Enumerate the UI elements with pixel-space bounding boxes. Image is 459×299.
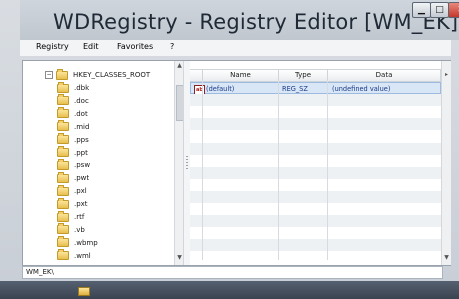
close-button[interactable]: ✕ [448,2,459,18]
folder-icon [57,171,69,183]
folder-icon [57,120,69,132]
folder-icon [57,210,69,222]
tree-item-label: .wbmp [74,238,98,247]
empty-row [190,251,441,263]
column-divider [278,80,279,260]
tree-item-label: .pps [74,135,89,144]
empty-row [190,166,441,179]
tree-item-label: .psw [74,161,91,170]
tree-item-label: .vb [74,225,85,234]
status-path: WM_EK\ [26,268,54,276]
splitter-grip-icon[interactable] [186,156,188,170]
collapse-icon[interactable]: − [45,71,53,79]
scroll-down-icon[interactable]: ▼ [443,254,450,261]
tree-item[interactable]: .dot [57,107,88,120]
menu-registry[interactable]: Registry [36,42,69,51]
status-bar: WM_EK\ [22,266,443,279]
tree-scrollbar[interactable]: ▲ ▼ [174,61,183,265]
tree-root-label: HKEY_CLASSES_ROOT [73,71,151,79]
folder-icon [57,197,69,209]
column-divider [327,80,328,260]
list-header: Name Type Data [190,69,441,82]
tree-item-label: .rtf [74,213,85,221]
folder-icon [57,94,69,106]
tree-item-label: .mid [74,122,90,131]
folder-icon [57,133,69,145]
scroll-down-icon[interactable]: ▼ [176,254,183,261]
tree-item-label: .dbk [74,84,90,92]
tree-item[interactable]: .vb [57,223,85,236]
column-header-data[interactable]: Data [328,70,441,81]
empty-row [190,118,441,131]
menu-bar: Registry Edit Favorites ? [20,40,451,56]
tree-item-label: .doc [74,96,89,105]
empty-row [190,130,441,142]
title-bar[interactable]: WDRegistry - Registry Editor [WM_EK] ▁ □… [20,0,459,40]
tree-item[interactable]: .wml [57,249,91,262]
tree-item-label: .pwt [74,174,90,183]
tree-item[interactable]: .wbmp [57,236,98,249]
folder-icon [57,146,69,157]
registry-tree[interactable]: − HKEY_CLASSES_ROOT .dbk .doc .dot .mid .pps… [23,61,183,265]
tree-item[interactable]: .pps [57,133,89,146]
tree-item-label: .pxt [74,200,88,209]
list-scrollbar[interactable]: ▸ ▼ [441,61,451,265]
folder-icon [57,184,69,196]
column-header-name[interactable]: Name [203,70,279,81]
tree-item[interactable]: .pwt [57,171,90,184]
empty-row [190,106,441,118]
empty-row [190,239,441,252]
folder-icon [57,81,69,93]
menu-help[interactable]: ? [170,42,174,51]
column-divider [202,80,203,260]
empty-row [190,190,441,203]
empty-row [190,155,441,167]
empty-row [190,215,441,228]
tree-item-label: .ppt [74,148,88,157]
folder-icon [57,223,69,235]
folder-icon [57,249,69,261]
taskbar [0,281,459,299]
app-window: WDRegistry - Registry Editor [WM_EK] ▁ □… [0,0,459,299]
folder-icon [56,68,68,80]
tree-item-label: .wml [74,251,91,260]
column-header-type[interactable]: Type [279,70,328,81]
folder-icon [57,158,69,170]
tree-item[interactable]: .psw [57,158,91,171]
scroll-up-icon[interactable]: ▲ [176,62,183,69]
values-list[interactable]: Name Type Data ab (default) REG_SZ (undefin… [190,61,451,265]
tree-item-label: .dot [74,109,88,118]
scroll-right-icon[interactable]: ▸ [443,71,450,78]
table-row[interactable]: ab (default) REG_SZ (undefined value) [190,82,441,95]
window-title: WDRegistry - Registry Editor [WM_EK] [53,10,459,34]
empty-row [190,94,441,107]
tree-item[interactable]: .dbk [57,81,90,94]
tree-item[interactable]: .mid [57,120,90,133]
taskbar-app-icon[interactable] [78,287,90,296]
empty-row [190,142,441,155]
empty-row [190,203,441,215]
menu-edit[interactable]: Edit [83,42,99,51]
tree-item[interactable]: .doc [57,94,89,107]
folder-icon [57,107,69,119]
tree-item[interactable]: .rtf [57,210,85,223]
tree-item-label: .pxl [74,187,87,196]
empty-row [190,227,441,239]
tree-scroll-thumb[interactable] [176,85,183,121]
minimize-button[interactable]: ▁ [412,2,431,18]
maximize-button[interactable]: □ [430,2,449,18]
tree-item[interactable]: .pxl [57,184,87,197]
editor-client-area: − HKEY_CLASSES_ROOT .dbk .doc .dot .mid .pps… [22,60,451,266]
empty-row [190,179,441,191]
tree-item[interactable]: .pxt [57,197,88,210]
menu-favorites[interactable]: Favorites [117,42,153,51]
tree-root[interactable]: − HKEY_CLASSES_ROOT [45,68,151,81]
folder-icon [57,236,69,248]
tree-item[interactable]: .ppt [57,146,88,159]
